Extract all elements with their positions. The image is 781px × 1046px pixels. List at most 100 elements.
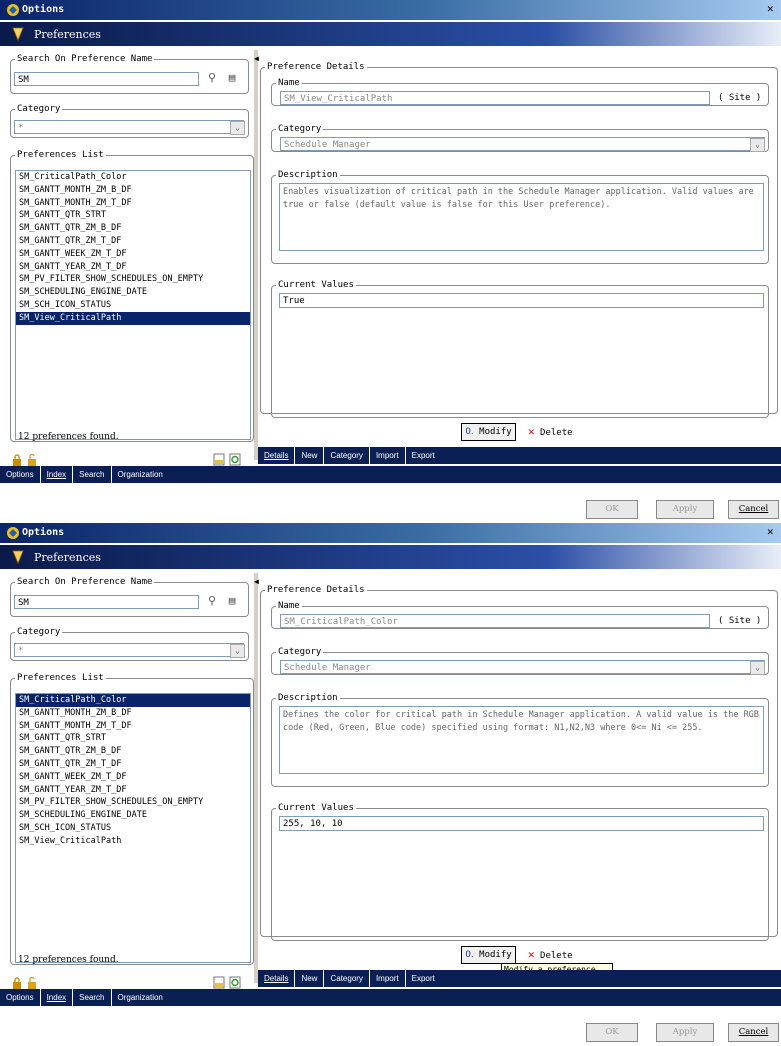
tab-export[interactable]: Export [406, 970, 441, 987]
apply-button[interactable]: Apply [656, 1023, 714, 1042]
modify-button[interactable]: O․ Modify [461, 423, 516, 441]
current-values-legend: Current Values [278, 803, 354, 813]
tab-organization[interactable]: Organization [112, 466, 169, 483]
apply-button[interactable]: Apply [656, 500, 714, 519]
tab-import[interactable]: Import [370, 447, 406, 464]
list-item[interactable]: SM_GANTT_YEAR_ZM_T_DF [16, 784, 250, 797]
list-item[interactable]: SM_GANTT_QTR_STRT [16, 732, 250, 745]
list-item[interactable]: SM_GANTT_QTR_ZM_B_DF [16, 745, 250, 758]
tab-new[interactable]: New [295, 970, 325, 987]
tab-index[interactable]: Index [41, 989, 74, 1006]
list-item[interactable]: SM_View_CriticalPath [16, 311, 250, 325]
name-field[interactable]: SM_View_CriticalPath [280, 91, 710, 105]
chevron-down-icon[interactable]: ⌄ [230, 644, 245, 658]
search-legend: Search On Preference Name [17, 54, 153, 64]
tab-organization[interactable]: Organization [112, 989, 169, 1006]
splitter[interactable]: ◀ [254, 573, 259, 983]
close-icon[interactable]: ✕ [767, 525, 779, 539]
details-tabbar: Details New Category Import Export [258, 447, 781, 464]
list-item[interactable]: SM_GANTT_MONTH_ZM_B_DF [16, 707, 250, 720]
category-select[interactable]: Schedule Manager [280, 660, 765, 674]
delete-button[interactable]: ✕ Delete [528, 424, 573, 441]
list-item[interactable]: SM_GANTT_QTR_ZM_T_DF [16, 235, 250, 248]
category-filter-legend: Category [17, 104, 61, 114]
tab-details[interactable]: Details [258, 447, 296, 464]
preferences-list-legend: Preferences List [17, 673, 104, 683]
preferences-count: 12 preferences found. [18, 432, 119, 442]
list-item[interactable]: SM_PV_FILTER_SHOW_SCHEDULES_ON_EMPTY [16, 796, 250, 809]
refresh-icon[interactable] [229, 453, 241, 466]
search-icon[interactable]: ⚲ [205, 71, 219, 85]
list-item[interactable]: SM_GANTT_YEAR_ZM_T_DF [16, 261, 250, 274]
collapse-arrow-icon[interactable]: ◀ [254, 54, 259, 63]
chevron-down-icon[interactable]: ⌄ [750, 661, 765, 675]
unlock-icon[interactable] [27, 977, 37, 989]
tab-new[interactable]: New [295, 447, 325, 464]
tab-import[interactable]: Import [370, 970, 406, 987]
category-group: Category Schedule Manager ⌄ [271, 647, 769, 675]
preferences-list: SM_CriticalPath_Color SM_GANTT_MONTH_ZM_B… [15, 693, 251, 963]
tab-category[interactable]: Category [324, 970, 370, 987]
list-item[interactable]: SM_SCH_ICON_STATUS [16, 822, 250, 835]
tab-options[interactable]: Options [0, 466, 41, 483]
close-icon[interactable]: ✕ [767, 2, 779, 16]
list-item[interactable]: SM_GANTT_QTR_ZM_T_DF [16, 758, 250, 771]
current-value-input[interactable]: True [279, 293, 764, 308]
ok-button[interactable]: OK [586, 500, 638, 519]
tab-category[interactable]: Category [324, 447, 370, 464]
list-item[interactable]: SM_GANTT_WEEK_ZM_T_DF [16, 771, 250, 784]
list-item[interactable]: SM_SCHEDULING_ENGINE_DATE [16, 809, 250, 822]
preferences-list-group: Preferences List SM_CriticalPath_Color SM… [10, 673, 254, 965]
chevron-down-icon[interactable]: ⌄ [230, 121, 245, 135]
list-item[interactable]: SM_GANTT_MONTH_ZM_B_DF [16, 184, 250, 197]
category-select[interactable]: Schedule Manager [280, 137, 765, 151]
list-item[interactable]: SM_CriticalPath_Color [16, 171, 250, 184]
list-item[interactable]: SM_SCHEDULING_ENGINE_DATE [16, 286, 250, 299]
delete-button[interactable]: ✕ Delete [528, 947, 573, 964]
preference-details-group: Preference Details Name SM_View_Critical… [260, 62, 778, 418]
tab-search[interactable]: Search [73, 989, 112, 1006]
search-input[interactable]: SM [14, 72, 199, 86]
search-group: Search On Preference Name SM ⚲ ▤ [10, 577, 249, 617]
ok-button[interactable]: OK [586, 1023, 638, 1042]
list-item[interactable]: SM_PV_FILTER_SHOW_SCHEDULES_ON_EMPTY [16, 273, 250, 286]
search-group: Search On Preference Name SM ⚲ ▤ [10, 54, 249, 94]
lock-icon[interactable] [12, 454, 22, 466]
list-item[interactable]: SM_CriticalPath_Color [16, 694, 250, 707]
clear-search-icon[interactable]: ▤ [225, 594, 239, 608]
tab-search[interactable]: Search [73, 466, 112, 483]
refresh-icon[interactable] [229, 976, 241, 989]
category-filter-select[interactable]: * [14, 643, 244, 657]
scope-label: ( Site ) [718, 616, 762, 626]
list-item[interactable]: SM_GANTT_QTR_ZM_B_DF [16, 222, 250, 235]
list-item[interactable]: SM_SCH_ICON_STATUS [16, 299, 250, 312]
preference-details-legend: Preference Details [267, 585, 365, 595]
list-item[interactable]: SM_GANTT_MONTH_ZM_T_DF [16, 197, 250, 210]
cancel-button[interactable]: Cancel [728, 500, 779, 519]
clear-search-icon[interactable]: ▤ [225, 71, 239, 85]
current-value-input[interactable]: 255, 10, 10 [279, 816, 764, 831]
name-field[interactable]: SM_CriticalPath_Color [280, 614, 710, 628]
chevron-down-icon[interactable]: ⌄ [750, 138, 765, 152]
cancel-button[interactable]: Cancel [728, 1023, 779, 1042]
document-icon[interactable] [213, 976, 225, 989]
category-filter-select[interactable]: * [14, 120, 244, 134]
modify-button[interactable]: O․ Modify [461, 946, 516, 964]
unlock-icon[interactable] [27, 454, 37, 466]
tab-details[interactable]: Details [258, 970, 296, 987]
list-item[interactable]: SM_View_CriticalPath [16, 835, 250, 848]
tab-index[interactable]: Index [41, 466, 74, 483]
options-window-2: Options ✕ Preferences Search On Preferen… [0, 523, 781, 1046]
list-item[interactable]: SM_GANTT_QTR_STRT [16, 209, 250, 222]
tab-export[interactable]: Export [406, 447, 441, 464]
search-icon[interactable]: ⚲ [205, 594, 219, 608]
tab-options[interactable]: Options [0, 989, 41, 1006]
collapse-arrow-icon[interactable]: ◀ [254, 577, 259, 586]
splitter[interactable]: ◀ [254, 50, 259, 460]
name-group: Name SM_View_CriticalPath ( Site ) [271, 78, 769, 106]
list-item[interactable]: SM_GANTT_MONTH_ZM_T_DF [16, 720, 250, 733]
lock-icon[interactable] [12, 977, 22, 989]
document-icon[interactable] [213, 453, 225, 466]
search-input[interactable]: SM [14, 595, 199, 609]
list-item[interactable]: SM_GANTT_WEEK_ZM_T_DF [16, 248, 250, 261]
